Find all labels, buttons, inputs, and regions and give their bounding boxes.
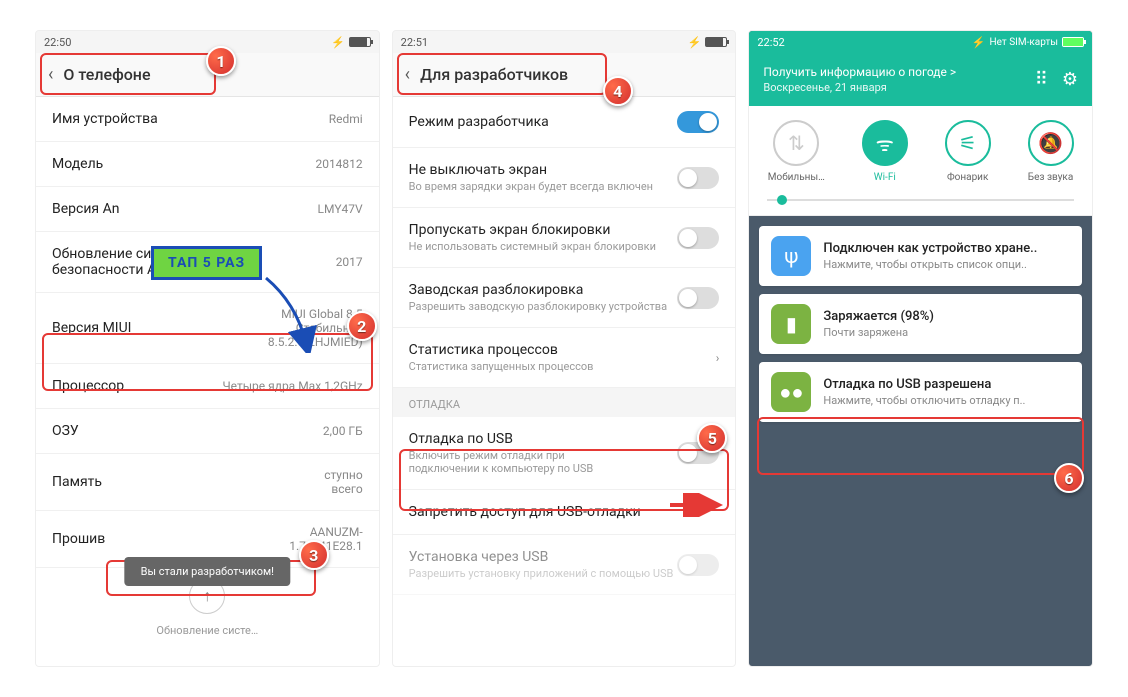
row-device-name[interactable]: Имя устройстваRedmi — [36, 97, 379, 142]
row-procstats[interactable]: Статистика процессовСтатистика запущенны… — [393, 328, 736, 388]
tap5-badge: ТАП 5 РАЗ — [151, 246, 262, 280]
system-update-label: Обновление систе… — [36, 624, 379, 645]
dock-browser[interactable]: ◉Браузер — [936, 592, 986, 656]
usb-icon: ψ — [771, 236, 811, 276]
app-google[interactable]: Google — [775, 518, 821, 578]
toggle-oemunlock[interactable] — [677, 287, 719, 309]
qs-silent[interactable]: 🔕Без звука — [1028, 120, 1074, 183]
header-title: О телефоне — [63, 65, 150, 84]
marker-1: 1 — [206, 46, 236, 76]
qs-torch[interactable]: ⚟Фонарик — [945, 120, 991, 183]
section-debug: ОТЛАДКА — [393, 388, 736, 417]
row-ram[interactable]: ОЗУ2,00 ГБ — [36, 409, 379, 454]
row-usbinstall[interactable]: Установка через USBРазрешить установку п… — [393, 535, 736, 595]
notif-header: Получить информацию о погоде > Воскресен… — [749, 53, 1092, 106]
dock-messages[interactable]: ✉Сообщен… — [855, 592, 905, 656]
row-stayawake[interactable]: Не выключать экранВо время зарядки экран… — [393, 148, 736, 208]
toggle-skiplock[interactable] — [677, 227, 719, 249]
android-icon: ●● — [771, 372, 811, 412]
statusbar: 22:50 ⚡ — [36, 31, 379, 53]
qs-wifi[interactable]: ᯤWi-Fi — [862, 120, 908, 183]
qs-mobile[interactable]: ⇅Мобильны… — [768, 120, 825, 183]
phone-devoptions: 22:51 ⚡ ‹ Для разработчиков 4 Режим разр… — [392, 30, 737, 667]
row-skiplock[interactable]: Пропускать экран блокировкиНе использова… — [393, 208, 736, 268]
statusbar: 22:51 ⚡ — [393, 31, 736, 53]
marker-2: 2 — [347, 311, 377, 341]
gear-icon[interactable]: ⚙ — [1062, 69, 1078, 90]
back-icon[interactable]: ‹ — [48, 64, 53, 85]
row-android[interactable]: Версия AnLMY47V — [36, 187, 379, 232]
notif-usb-debug[interactable]: ●● Отладка по USB разрешенаНажмите, чтоб… — [759, 362, 1082, 422]
row-model[interactable]: Модель2014812 — [36, 142, 379, 187]
header-title: Для разработчиков — [420, 65, 568, 84]
clock: 22:52 — [757, 36, 784, 49]
brightness-slider[interactable] — [767, 199, 1074, 201]
header-dev: ‹ Для разработчиков — [393, 53, 736, 97]
toggle-devmode[interactable] — [677, 111, 719, 133]
row-usbdebug[interactable]: Отладка по USBВключить режим отладки при… — [393, 417, 736, 490]
app-security[interactable]: Безопасн… — [856, 518, 902, 578]
toggle-stayawake[interactable] — [677, 167, 719, 189]
back-icon[interactable]: ‹ — [405, 64, 410, 85]
clock: 22:51 — [401, 36, 428, 49]
notif-usb-storage[interactable]: ψ Подключен как устройство хране..Нажмит… — [759, 226, 1082, 286]
row-storage[interactable]: Памятьступновсего — [36, 454, 379, 511]
app-play[interactable]: Play Марк… — [1019, 518, 1067, 578]
weather-link[interactable]: Получить информацию о погоде > — [763, 65, 956, 79]
dock-camera[interactable]: ◎Камера — [1018, 592, 1068, 656]
toast-developer: Вы стали разработчиком! — [125, 557, 290, 586]
date-label: Воскресенье, 21 января — [763, 81, 956, 94]
app-utils[interactable]: Утилиты — [937, 518, 983, 578]
marker-4: 4 — [603, 76, 633, 106]
statusbar: 22:52 ⚡Нет SIM-карты — [749, 31, 1092, 53]
row-miui[interactable]: Версия MIUIMIUI Global 8.5Стабильная8.5.… — [36, 293, 379, 364]
grid-icon[interactable]: ⠿ — [1035, 69, 1048, 90]
row-oemunlock[interactable]: Заводская разблокировкаРазрешить заводск… — [393, 268, 736, 328]
phone-notifications: 22:52 ⚡Нет SIM-карты Получить информацию… — [748, 30, 1093, 667]
dock-phone[interactable]: ✆Телефон — [773, 592, 823, 656]
phone-about: 22:50 ⚡ ‹ О телефоне 1 Имя устройстваRed… — [35, 30, 380, 667]
sim-status: Нет SIM-карты — [990, 37, 1058, 48]
quick-settings: ⇅Мобильны… ᯤWi-Fi ⚟Фонарик 🔕Без звука — [749, 106, 1092, 216]
row-cpu[interactable]: ПроцессорЧетыре ядра Max 1,2GHz — [36, 364, 379, 409]
row-devmode[interactable]: Режим разработчика — [393, 97, 736, 148]
marker-3: 3 — [299, 540, 329, 570]
notif-charging[interactable]: ▮ Заряжается (98%)Почти заряжена — [759, 294, 1082, 354]
marker-6: 6 — [1054, 463, 1084, 493]
battery-icon: ▮ — [771, 304, 811, 344]
clock: 22:50 — [44, 36, 71, 49]
